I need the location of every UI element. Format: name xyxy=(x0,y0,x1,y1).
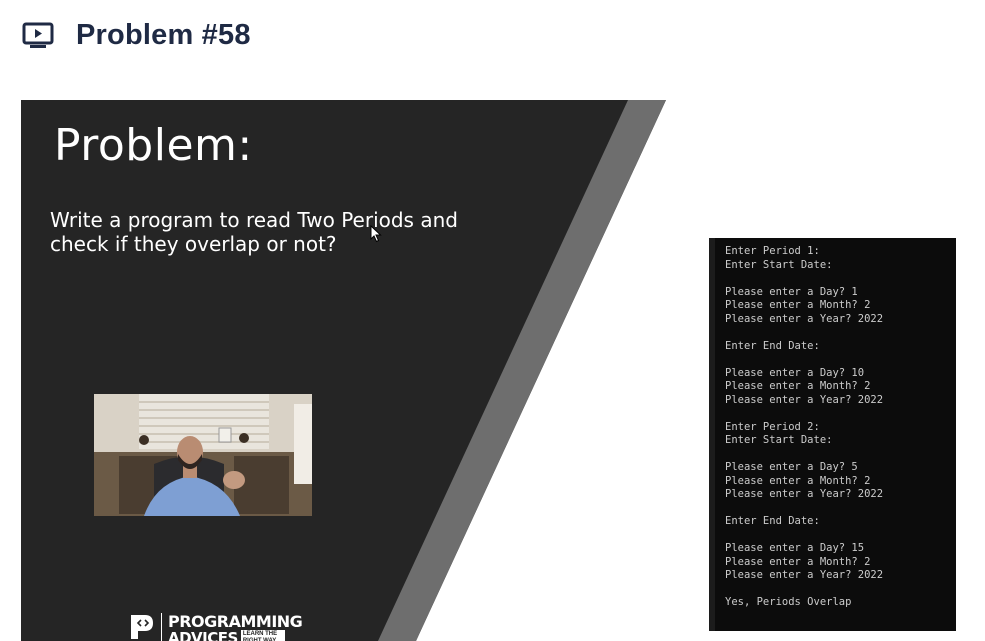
logo-tagline: LEARN THE RIGHT WAY xyxy=(240,630,285,641)
console-line: Enter Start Date: xyxy=(725,258,833,271)
console-line: Please enter a Day? 15 xyxy=(725,542,865,554)
video-play-icon xyxy=(22,22,54,48)
console-line: Please enter a Day? 1 xyxy=(725,285,858,298)
console-line: Please enter a Day? 5 xyxy=(725,461,858,473)
console-line: Please enter a Year? 2022 xyxy=(725,569,884,581)
console-output-window: Enter Period 1: Enter Start Date: Please … xyxy=(709,238,956,631)
console-line: Enter End Date: xyxy=(725,515,820,527)
console-line: Please enter a Year? 2022 xyxy=(725,312,884,325)
console-line: Please enter a Month? 2 xyxy=(725,299,871,311)
console-line: Please enter a Month? 2 xyxy=(725,380,871,392)
console-line: Please enter a Year? 2022 xyxy=(725,488,884,500)
console-line: Yes, Periods Overlap xyxy=(725,596,852,608)
slide-problem-text: Write a program to read Two Periods and … xyxy=(50,208,458,256)
console-text: Enter Period 1: Enter Start Date: Please … xyxy=(725,245,883,610)
page-header: Problem #58 xyxy=(22,14,251,56)
logo-brand-line2: ADVICES xyxy=(168,628,238,641)
console-line: Please enter a Year? 2022 xyxy=(725,393,884,406)
console-line: Enter Period 1: xyxy=(725,245,820,257)
logo-brand-line1: PROGRAMMING xyxy=(168,612,303,631)
presenter-webcam xyxy=(94,394,312,516)
console-line: Please enter a Day? 10 xyxy=(725,366,865,379)
console-line: Enter Period 2: xyxy=(725,420,820,433)
page-title: Problem #58 xyxy=(76,18,251,51)
console-line: Enter Start Date: xyxy=(725,434,833,446)
slide-title: Problem: xyxy=(54,120,253,171)
programming-advices-logo: PROGRAMMING ADVICES LEARN THE RIGHT WAY xyxy=(129,612,303,641)
console-line: Enter End Date: xyxy=(725,339,820,352)
console-scrollbar[interactable] xyxy=(709,238,715,631)
logo-divider xyxy=(161,613,162,641)
code-icon xyxy=(129,613,155,641)
console-line: Please enter a Month? 2 xyxy=(725,474,871,487)
console-line: Please enter a Month? 2 xyxy=(725,555,871,568)
mouse-cursor-icon xyxy=(370,224,382,248)
